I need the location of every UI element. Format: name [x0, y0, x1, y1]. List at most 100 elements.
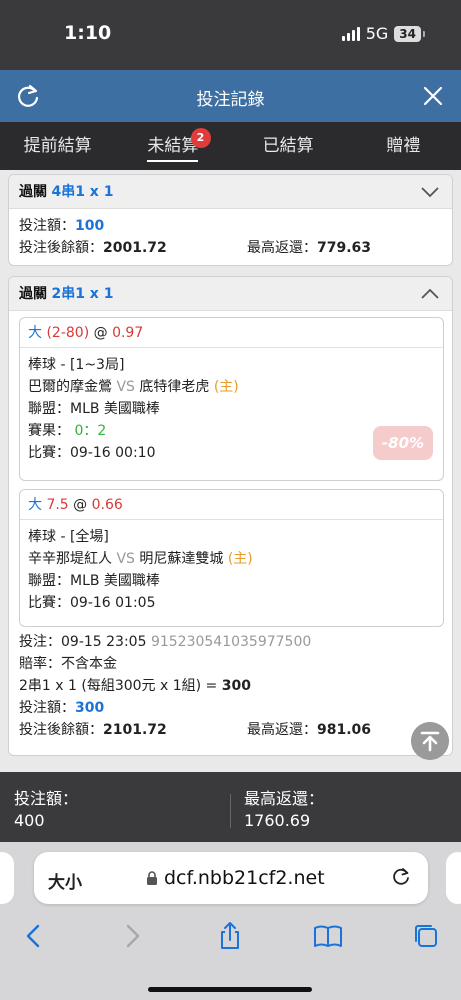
forward-icon[interactable]	[116, 920, 148, 952]
chevron-down-icon[interactable]	[420, 184, 440, 200]
signal-icon	[341, 26, 360, 41]
max-return-label: 最高返還：	[247, 240, 317, 256]
bet-card-header[interactable]: 過關 2串1 x 1	[9, 277, 452, 311]
lock-icon	[147, 871, 157, 885]
bet-leg: 大 (2-80) @ 0.97 棒球 - [1~3局] 巴爾的摩金鶯 VS 底特…	[19, 317, 444, 481]
away-team: 底特律老虎	[139, 379, 210, 395]
browser-chrome: 大小 dcf.nbb21cf2.net	[0, 842, 461, 1000]
balance-value: 2101.72	[103, 722, 167, 738]
stake-value: 300	[75, 700, 105, 716]
tab-label: 已結算	[262, 136, 314, 156]
result-label: 賽果：	[28, 423, 70, 439]
network-label: 5G	[365, 24, 389, 43]
url-text: dcf.nbb21cf2.net	[164, 867, 325, 889]
tab-gifts[interactable]: 贈禮	[346, 122, 461, 170]
status-time: 1:10	[64, 22, 112, 44]
bet-card-parlay-4: 過關 4串1 x 1 投注額：100 投注後餘額：2001.72 最高返還：77…	[8, 174, 453, 266]
battery-icon: 34	[394, 25, 425, 42]
loss-stamp: -80%	[373, 426, 433, 460]
leg-teams: 巴爾的摩金鶯 VS 底特律老虎 (主)	[20, 376, 443, 398]
next-tab-pill[interactable]	[446, 852, 461, 904]
away-team: 明尼蘇達雙城	[139, 551, 224, 567]
title-bar: 投注記錄	[0, 70, 461, 122]
leg-line: (2-80)	[46, 325, 90, 341]
total-stake-value: 400	[14, 811, 45, 830]
combo-calc: 2串1 x 1 (每組300元 x 1組) =	[19, 678, 222, 694]
bet-time-row: 投注：09-15 23:05 915230541035977500	[9, 631, 452, 653]
close-icon[interactable]	[419, 82, 447, 110]
leg-sport: 棒球 - [1~3局]	[28, 357, 125, 373]
scroll-to-top-icon[interactable]	[411, 722, 449, 760]
text-size-button[interactable]: 大小	[48, 868, 82, 893]
leg-at: @	[93, 325, 108, 341]
max-return-value: 779.63	[317, 240, 372, 256]
host-label: (主)	[213, 379, 239, 395]
bet-card-header[interactable]: 過關 4串1 x 1	[9, 175, 452, 209]
total-return: 最高返還： 1760.69	[244, 788, 324, 832]
bet-card-parlay-2: 過關 2串1 x 1 大 (2-80) @ 0.97 棒球 - [1~3局] 巴…	[8, 276, 453, 756]
total-return-label: 最高返還：	[244, 789, 325, 808]
balance-label: 投注後餘額：	[19, 240, 103, 256]
stake-value: 100	[75, 218, 105, 234]
chevron-up-icon[interactable]	[420, 286, 440, 302]
back-icon[interactable]	[18, 920, 50, 952]
home-team: 巴爾的摩金鶯	[28, 379, 112, 395]
bookmarks-icon[interactable]	[312, 920, 344, 952]
unsettled-count-badge: 2	[190, 128, 211, 148]
balance-label: 投注後餘額：	[19, 722, 103, 738]
combo-calc-row: 2串1 x 1 (每組300元 x 1組) = 300	[9, 675, 452, 697]
leg-league: 聯盟：MLB 美國職棒	[28, 573, 160, 589]
leg-at: @	[73, 497, 88, 513]
reload-icon[interactable]	[390, 866, 412, 888]
total-return-value: 1760.69	[244, 811, 311, 830]
leg-sport: 棒球 - [全場]	[28, 529, 109, 545]
bet-list: 過關 4串1 x 1 投注額：100 投注後餘額：2001.72 最高返還：77…	[0, 170, 461, 772]
leg-odds: 0.66	[91, 497, 123, 513]
stake-row: 投注額：100	[9, 215, 452, 237]
bet-type: 過關	[19, 286, 47, 302]
host-label: (主)	[227, 551, 253, 567]
leg-league: 聯盟：MLB 美國職棒	[28, 401, 160, 417]
tab-label: 贈禮	[386, 136, 421, 156]
status-indicators: 5G 34	[341, 24, 425, 43]
bet-time: 投注：09-15 23:05	[19, 634, 147, 650]
tab-unsettled[interactable]: 未結算 2	[115, 122, 230, 170]
home-team: 辛辛那堤紅人	[28, 551, 112, 567]
share-icon[interactable]	[214, 920, 246, 952]
prev-tab-pill[interactable]	[0, 852, 14, 904]
bet-summary: 投注額： 400 最高返還： 1760.69	[0, 772, 461, 842]
status-bar: 1:10 5G 34	[0, 0, 461, 70]
vs-label: VS	[116, 551, 135, 567]
total-stake-label: 投注額：	[14, 789, 79, 808]
max-return-value: 981.06	[317, 722, 372, 738]
address-bar[interactable]: 大小 dcf.nbb21cf2.net	[34, 852, 428, 904]
stake-label: 投注額：	[19, 218, 75, 234]
tab-label: 提前結算	[23, 136, 92, 156]
bet-combo: 4串1 x 1	[51, 184, 114, 200]
leg-pick: 大	[28, 325, 42, 341]
vs-label: VS	[116, 379, 135, 395]
tab-early-settlement[interactable]: 提前結算	[0, 122, 115, 170]
stake-row: 投注額：300	[9, 697, 452, 719]
result-score: 0：2	[74, 423, 107, 439]
combo-total: 300	[221, 678, 251, 694]
balance-row: 投注後餘額：2001.72 最高返還：779.63	[9, 237, 452, 259]
odds-note: 賠率：不含本金	[19, 656, 117, 672]
leg-odds: 0.97	[112, 325, 144, 341]
bet-combo: 2串1 x 1	[51, 286, 114, 302]
max-return-label: 最高返還：	[247, 722, 317, 738]
balance-row: 投注後餘額：2101.72 最高返還：981.06	[9, 719, 452, 741]
balance-value: 2001.72	[103, 240, 167, 256]
leg-pick: 大	[28, 497, 42, 513]
leg-match-time: 比賽：09-16 01:05	[28, 595, 156, 611]
stake-label: 投注額：	[19, 700, 75, 716]
bet-type: 過關	[19, 184, 47, 200]
bet-id: 915230541035977500	[150, 634, 312, 650]
total-stake: 投注額： 400	[14, 788, 78, 832]
tabs-icon[interactable]	[410, 920, 442, 952]
tab-settled[interactable]: 已結算	[231, 122, 346, 170]
bet-leg: 大 7.5 @ 0.66 棒球 - [全場] 辛辛那堤紅人 VS 明尼蘇達雙城 …	[19, 489, 444, 627]
leg-selection: 大 (2-80) @ 0.97	[20, 318, 443, 348]
leg-selection: 大 7.5 @ 0.66	[20, 490, 443, 520]
page-title: 投注記錄	[196, 90, 265, 110]
